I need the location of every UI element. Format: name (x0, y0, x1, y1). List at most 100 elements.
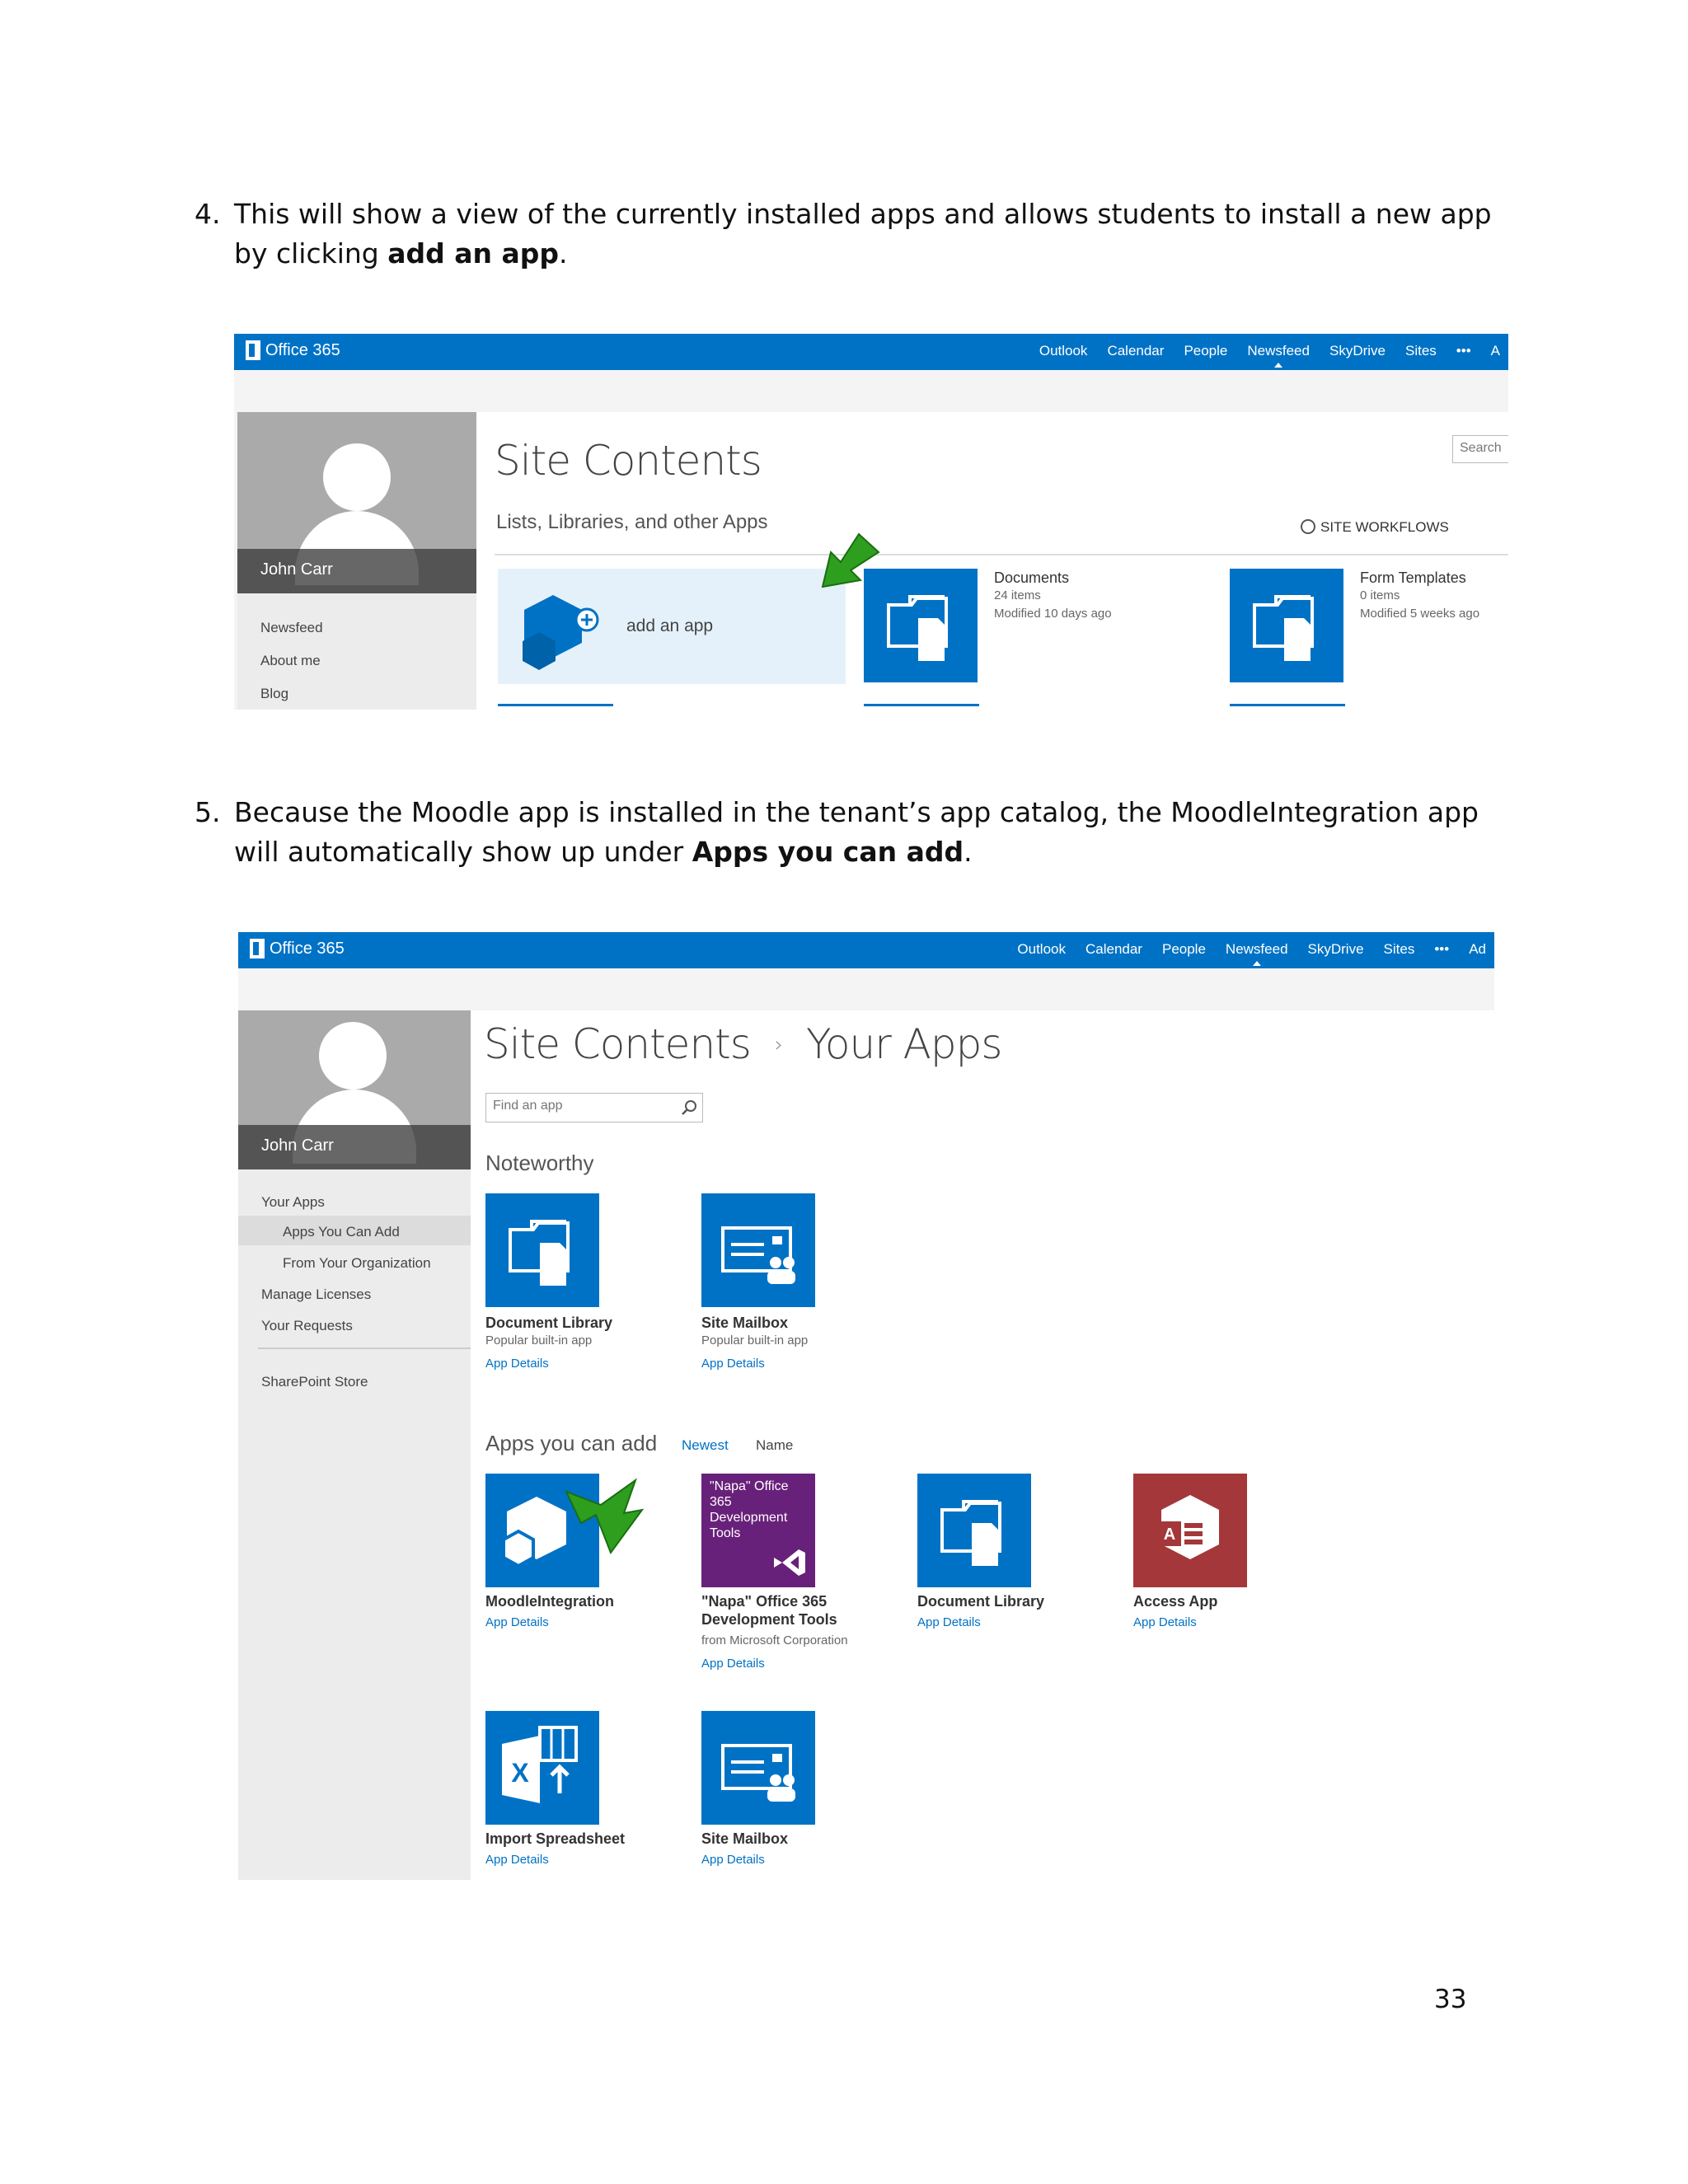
nav-skydrive[interactable]: SkyDrive (1329, 343, 1386, 359)
office365-brand[interactable]: Office 365 (250, 939, 345, 958)
left-nav: Your Apps Apps You Can Add From Your Org… (238, 1169, 471, 1880)
import-spreadsheet-tile[interactable]: X (485, 1711, 599, 1825)
nav-calendar[interactable]: Calendar (1085, 941, 1142, 958)
breadcrumb-site-contents[interactable]: Site Contents (484, 1020, 752, 1068)
suite-bar: Office 365 Outlook Calendar People Newsf… (234, 334, 1508, 370)
documents-name[interactable]: Documents (994, 569, 1112, 587)
profile-card[interactable]: John Carr (238, 1010, 471, 1169)
napa-tools-tile[interactable]: "Napa" Office 365 Development Tools (701, 1474, 815, 1587)
site-workflows-link[interactable]: SITE WORKFLOWS (1301, 519, 1449, 536)
napa-tile-text: "Napa" Office 365 Development Tools (710, 1479, 789, 1540)
nav-people[interactable]: People (1184, 343, 1227, 359)
nav-sites[interactable]: Sites (1384, 941, 1415, 958)
nav-item-from-your-organization[interactable]: From Your Organization (283, 1255, 431, 1272)
green-arrow-icon (821, 532, 880, 588)
nav-newsfeed[interactable]: Newsfeed (1226, 941, 1288, 966)
nav-sites[interactable]: Sites (1405, 343, 1437, 359)
nav-item-your-requests[interactable]: Your Requests (261, 1318, 353, 1334)
app-name[interactable]: Import Spreadsheet (485, 1830, 625, 1848)
brand-label: Office 365 (270, 939, 345, 958)
app-name[interactable]: Document Library (917, 1592, 1044, 1610)
office365-brand[interactable]: Office 365 (246, 340, 340, 360)
site-workflows-label: SITE WORKFLOWS (1320, 519, 1449, 535)
screenshot-your-apps: Office 365 Outlook Calendar People Newsf… (238, 932, 1494, 1880)
nav-more[interactable]: ••• (1456, 343, 1471, 359)
search-input[interactable]: Search (1452, 435, 1508, 463)
nav-item-your-apps[interactable]: Your Apps (261, 1194, 325, 1211)
svg-text:X: X (511, 1758, 529, 1788)
nav-more[interactable]: ••• (1434, 941, 1449, 958)
app-details-link[interactable]: App Details (1133, 1614, 1217, 1632)
app-details-link[interactable]: App Details (485, 1355, 612, 1373)
divider (495, 554, 1508, 555)
app-details-link[interactable]: App Details (917, 1614, 1044, 1632)
app-details-link[interactable]: App Details (485, 1851, 625, 1869)
app-sub: Popular built-in app (701, 1333, 809, 1347)
nav-admin[interactable]: Ad (1469, 941, 1486, 958)
nav-outlook[interactable]: Outlook (1039, 343, 1088, 359)
person-icon (323, 443, 391, 511)
nav-item-apps-you-can-add[interactable]: Apps You Can Add (283, 1224, 400, 1240)
tile-underline (498, 704, 613, 706)
form-templates-name[interactable]: Form Templates (1360, 569, 1479, 587)
visual-studio-icon (774, 1549, 805, 1576)
svg-text:A: A (1164, 1526, 1175, 1544)
step-4-bold: add an app (387, 237, 559, 269)
step-5-text-b: . (964, 836, 973, 868)
app-details-link[interactable]: App Details (701, 1355, 808, 1373)
nav-calendar[interactable]: Calendar (1107, 343, 1164, 359)
green-arrow-icon (565, 1478, 645, 1555)
noteworthy-site-mailbox-tile[interactable] (701, 1193, 815, 1307)
app-details-link[interactable]: App Details (701, 1851, 788, 1869)
app-name[interactable]: Access App (1133, 1592, 1217, 1610)
nav-newsfeed[interactable]: Newsfeed (1247, 343, 1310, 368)
app-name[interactable]: "Napa" Office 365 (701, 1592, 848, 1610)
noteworthy-document-library-tile[interactable] (485, 1193, 599, 1307)
app-name[interactable]: MoodleIntegration (485, 1592, 614, 1610)
nav-admin[interactable]: A (1491, 343, 1500, 359)
workflow-check-icon (1301, 519, 1315, 534)
nav-item-blog[interactable]: Blog (260, 686, 288, 702)
access-app-tile[interactable]: A (1133, 1474, 1247, 1587)
add-an-app-tile[interactable]: add an app (498, 569, 846, 684)
app-name[interactable]: Site Mailbox (701, 1314, 808, 1332)
app-details-link[interactable]: App Details (485, 1614, 614, 1632)
sort-newest[interactable]: Newest (682, 1437, 729, 1454)
access-icon: A (1158, 1495, 1219, 1559)
sort-name[interactable]: Name (756, 1437, 793, 1454)
step-4-text: This will show a view of the currently i… (234, 194, 1530, 274)
page-subtitle: Lists, Libraries, and other Apps (496, 511, 768, 533)
site-mailbox-tile[interactable] (701, 1711, 815, 1825)
noteworthy-document-library-label: Document Library Popular built-in app Ap… (485, 1314, 612, 1373)
nav-item-newsfeed[interactable]: Newsfeed (260, 620, 323, 636)
app-details-link[interactable]: App Details (701, 1655, 848, 1673)
form-templates-modified: Modified 5 weeks ago (1360, 607, 1480, 621)
suite-bar: Office 365 Outlook Calendar People Newsf… (238, 932, 1494, 968)
step-4: 4. This will show a view of the currentl… (195, 194, 1530, 274)
excel-import-icon: X (502, 1726, 578, 1803)
documents-modified: Modified 10 days ago (994, 607, 1112, 621)
app-name[interactable]: Site Mailbox (701, 1830, 788, 1848)
step-5-bold: Apps you can add (692, 836, 964, 868)
nav-outlook[interactable]: Outlook (1017, 941, 1066, 958)
folder-doc-icon (509, 1220, 570, 1286)
form-templates-tile[interactable] (1230, 569, 1343, 682)
main-content: Site Contents Lists, Libraries, and othe… (476, 412, 1508, 710)
nav-people[interactable]: People (1162, 941, 1206, 958)
nav-item-sharepoint-store[interactable]: SharePoint Store (261, 1374, 368, 1390)
noteworthy-heading: Noteworthy (485, 1151, 594, 1175)
nav-skydrive[interactable]: SkyDrive (1308, 941, 1364, 958)
access-app-label: Access App App Details (1133, 1592, 1217, 1632)
site-mailbox-label: Site Mailbox App Details (701, 1830, 788, 1869)
moodle-integration-label: MoodleIntegration App Details (485, 1592, 614, 1632)
profile-card[interactable]: John Carr (237, 412, 476, 593)
add-an-app-label: add an app (626, 616, 714, 635)
suite-nav: Outlook Calendar People Newsfeed SkyDriv… (1017, 941, 1486, 966)
document-library-tile[interactable] (917, 1474, 1031, 1587)
app-name[interactable]: Document Library (485, 1314, 612, 1332)
nav-item-manage-licenses[interactable]: Manage Licenses (261, 1286, 371, 1303)
nav-item-about-me[interactable]: About me (260, 653, 321, 669)
find-app-input[interactable]: Find an app (485, 1093, 703, 1122)
search-icon[interactable] (681, 1099, 697, 1116)
step-4-number: 4. (195, 198, 221, 230)
